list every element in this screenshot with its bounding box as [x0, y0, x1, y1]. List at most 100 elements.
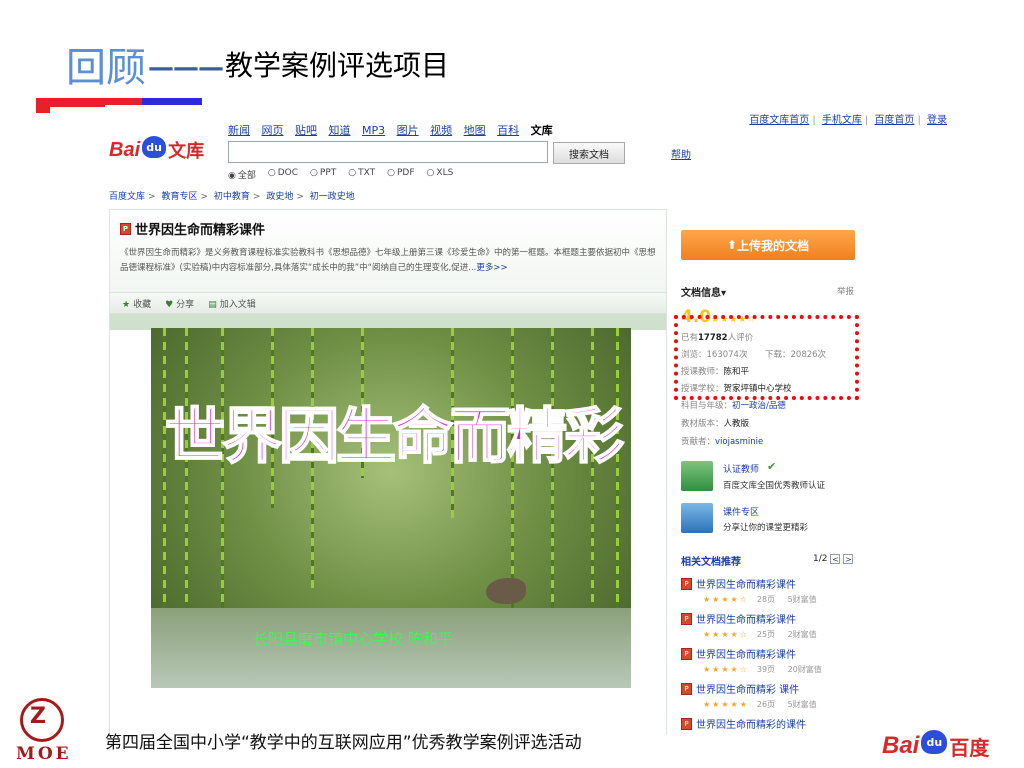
related-doc-item[interactable]: P 世界因生命而精彩课件 [681, 611, 796, 626]
contributor-link[interactable]: viojasminie [715, 437, 763, 447]
report-link[interactable]: 举报 [837, 285, 854, 297]
filter-txt-radio[interactable]: TXT [348, 168, 375, 181]
nav-mp3[interactable]: MP3 [362, 124, 385, 137]
breadcrumb-item[interactable]: 初一政史地 [310, 192, 355, 202]
baidu-logo-text: 百度 [949, 735, 990, 760]
related-doc-stars: ★★★★★ [703, 700, 749, 709]
filter-pdf-radio[interactable]: PDF [387, 168, 415, 181]
moe-emblem-glyph: Z [30, 704, 46, 729]
related-doc-title: 世界因生命而精彩的课件 [696, 720, 806, 731]
certified-teacher-icon [681, 461, 713, 491]
breadcrumb-item[interactable]: 百度文库 [109, 192, 145, 202]
caret-down-icon: ▾ [721, 288, 727, 299]
favorite-label: 收藏 [133, 299, 152, 310]
nav-images[interactable]: 图片 [397, 124, 419, 137]
edition-info: 教材版本：人教版 [681, 417, 749, 429]
subject-label: 科目与年级： [681, 401, 733, 411]
ppt-file-icon: P [681, 717, 692, 730]
filter-xls-radio[interactable]: XLS [427, 168, 453, 181]
subject-info: 科目与年级：初一政治/品德 [681, 399, 786, 411]
related-doc-item[interactable]: P 世界因生命而精彩 课件 [681, 681, 799, 696]
moe-logo: Z MOE [14, 696, 76, 768]
baidu-logo-du: du [926, 735, 943, 749]
top-link-login[interactable]: 登录 [927, 115, 947, 126]
related-doc-item[interactable]: P 世界因生命而精彩课件 [681, 646, 796, 661]
prev-page-icon[interactable]: < [830, 554, 841, 564]
upload-button[interactable]: ⬆ 上传我的文档 [681, 230, 855, 260]
doc-info-heading[interactable]: 文档信息▾ [681, 284, 726, 299]
breadcrumb-item[interactable]: 初中教育 [214, 192, 250, 202]
slide-preview-image: 世界因生命而精彩 长阳县磨市镇中心学校 陈和平 [151, 328, 631, 688]
more-link[interactable]: 更多>> [476, 263, 507, 273]
share-button[interactable]: ♥ 分享 [165, 297, 194, 310]
wenku-logo[interactable]: Bai du 文库 [109, 135, 221, 165]
related-doc-pages: 39页 [756, 665, 776, 674]
document-sidebar: ⬆ 上传我的文档 文档信息▾ 举报 4.0★★★★☆ 已有17782人评价 浏览：… [677, 209, 867, 735]
breadcrumb-item[interactable]: 政史地 [266, 192, 293, 202]
filetype-filters: 全部 DOC PPT TXT PDF XLS [228, 168, 453, 181]
favorite-button[interactable]: ★ 收藏 [122, 297, 151, 310]
bird-image [486, 578, 526, 604]
slide-title: 回顾 ——— 教学案例评选项目 [66, 40, 449, 90]
document-header: P 世界因生命而精彩课件 《世界因生命而精彩》是义务教育课程标准实验教科书《思想… [110, 210, 666, 292]
ppt-file-icon: P [681, 647, 692, 660]
logo-bai-text: Bai [109, 138, 141, 161]
nav-zhidao[interactable]: 知道 [329, 124, 351, 137]
filter-all-radio[interactable]: 全部 [228, 168, 256, 181]
slide-preview-heading: 世界因生命而精彩 [164, 401, 625, 473]
ppt-file-icon: P [681, 612, 692, 625]
next-page-icon[interactable]: > [843, 554, 854, 564]
moe-logo-text: MOE [16, 744, 72, 764]
pager-count: 1/2 [813, 554, 828, 564]
filter-ppt-radio[interactable]: PPT [310, 168, 336, 181]
document-description-text: 《世界因生命而精彩》是义务教育课程标准实验教科书《思想品德》七年级上册第三课《珍… [120, 248, 656, 273]
top-link-mobile[interactable]: 手机文库 [822, 115, 862, 126]
related-doc-meta: ★★★★☆ 28页 5财富值 [703, 594, 817, 605]
wenku-screenshot: 百度文库首页 | 手机文库 | 百度首页 | 登录 Bai du 文库 新闻 网页 贴… [105, 105, 955, 735]
related-doc-title: 世界因生命而精彩 课件 [696, 685, 800, 696]
subject-link[interactable]: 初一政治/品德 [732, 401, 786, 411]
filter-doc-radio[interactable]: DOC [268, 168, 298, 181]
nav-baike[interactable]: 百科 [497, 124, 519, 137]
courseware-zone-link[interactable]: 课件专区 [723, 505, 759, 518]
nav-map[interactable]: 地图 [464, 124, 486, 137]
add-to-collection-button[interactable]: ▤ 加入文辑 [208, 297, 256, 310]
breadcrumb-item[interactable]: 教育专区 [161, 192, 197, 202]
search-button[interactable]: 搜索文档 [553, 142, 625, 164]
nav-tieba[interactable]: 贴吧 [295, 124, 317, 137]
top-link-baidu-home[interactable]: 百度首页 [874, 115, 914, 126]
doc-info-heading-text: 文档信息 [681, 288, 721, 299]
top-link-wenku-home[interactable]: 百度文库首页 [749, 115, 809, 126]
ppt-file-icon: P [681, 682, 692, 695]
related-doc-cost: 20财富值 [787, 665, 822, 674]
certified-teacher-link[interactable]: 认证教师 [723, 462, 759, 475]
related-doc-pages: 25页 [756, 630, 776, 639]
ppt-file-icon: P [120, 222, 131, 235]
related-doc-item[interactable]: P 世界因生命而精彩的课件 [681, 716, 806, 731]
logo-wenku-text: 文库 [168, 141, 205, 162]
upload-button-label: 上传我的文档 [737, 238, 810, 253]
check-badge-icon: ✔ [767, 460, 777, 473]
related-doc-stars: ★★★★☆ [703, 595, 749, 604]
document-panel: P 世界因生命而精彩课件 《世界因生命而精彩》是义务教育课程标准实验教科书《思想… [109, 209, 667, 735]
nav-video[interactable]: 视频 [430, 124, 452, 137]
logo-du-text: du [146, 140, 162, 154]
contributor-info: 贡献者：viojasminie [681, 435, 763, 447]
presentation-slide: 回顾 ——— 教学案例评选项目 百度文库首页 | 手机文库 | 百度首页 | 登录 B… [0, 0, 1024, 768]
help-link[interactable]: 帮助 [671, 146, 691, 161]
related-doc-item[interactable]: P 世界因生命而精彩课件 [681, 576, 796, 591]
related-doc-pages: 28页 [756, 595, 776, 604]
nav-web[interactable]: 网页 [262, 124, 284, 137]
breadcrumb: 百度文库 > 教育专区 > 初中教育 > 政史地 > 初一政史地 [109, 192, 355, 202]
highlight-box [674, 315, 859, 400]
star-icon: ★ [122, 299, 131, 310]
search-input[interactable] [228, 141, 548, 163]
slide-preview-footer: 长阳县磨市镇中心学校 陈和平 [253, 630, 453, 648]
related-doc-title: 世界因生命而精彩课件 [696, 580, 796, 591]
ppt-file-icon: P [681, 577, 692, 590]
nav-news[interactable]: 新闻 [228, 124, 250, 137]
add-to-collection-label: 加入文辑 [219, 299, 256, 310]
related-doc-meta: ★★★★☆ 39页 20财富值 [703, 664, 822, 675]
document-title: P 世界因生命而精彩课件 [120, 219, 265, 238]
top-links: 百度文库首页 | 手机文库 | 百度首页 | 登录 [749, 115, 947, 126]
